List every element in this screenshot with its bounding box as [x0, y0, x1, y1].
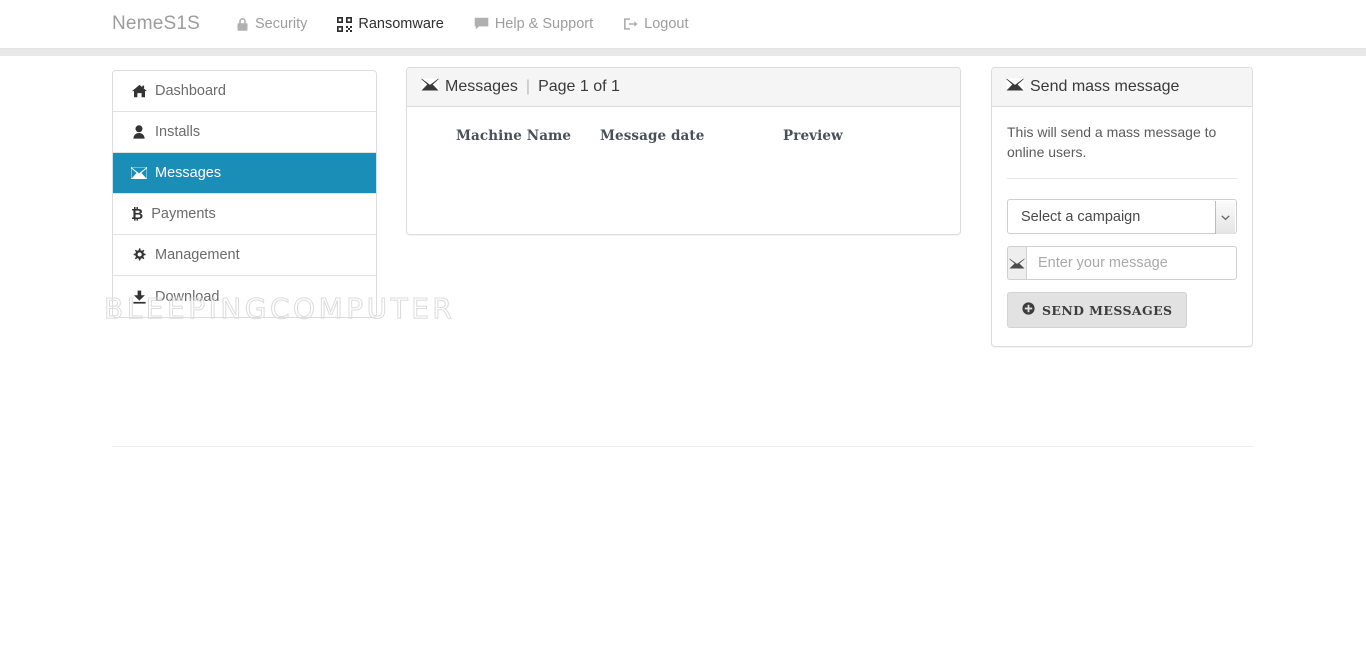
envelope-icon [421, 78, 439, 96]
footer-divider [112, 446, 1254, 447]
envelope-icon [1007, 246, 1026, 280]
messages-panel-header: Messages | Page 1 of 1 [407, 68, 960, 107]
envelope-icon [131, 167, 147, 179]
column-header-message-date: Message date [600, 128, 705, 144]
send-panel-header: Send mass message [992, 68, 1252, 107]
sidebar-item-messages-label: Messages [155, 165, 222, 181]
sign-out-icon [623, 17, 638, 31]
sidebar-nav: Dashboard Installs Messages ₿ Payments M… [112, 70, 377, 318]
send-mass-message-panel: Send mass message This will send a mass … [991, 67, 1253, 347]
nav-item-security-label: Security [255, 16, 308, 32]
send-panel-title: Send mass message [1030, 78, 1180, 95]
send-messages-button[interactable]: SEND MESSAGES [1007, 292, 1188, 328]
lock-icon [236, 17, 249, 32]
sidebar-item-dashboard[interactable]: Dashboard [113, 71, 376, 112]
messages-panel-body: Machine Name Message date Preview [407, 107, 960, 234]
messages-panel: Messages | Page 1 of 1 Machine Name Mess… [406, 67, 961, 235]
home-icon [131, 84, 147, 98]
messages-table: Machine Name Message date Preview [407, 107, 960, 144]
messages-panel-separator: | [525, 78, 531, 95]
sidebar-item-payments[interactable]: ₿ Payments [113, 194, 376, 235]
messages-table-head: Machine Name Message date Preview [407, 107, 960, 144]
sidebar-item-management[interactable]: Management [113, 235, 376, 276]
qrcode-icon [337, 16, 353, 32]
nav-item-ransomware[interactable]: Ransomware [337, 16, 444, 32]
brand-logo[interactable]: NemeS1S [112, 13, 200, 35]
user-icon [131, 125, 147, 139]
sidebar-item-payments-label: Payments [151, 206, 216, 222]
top-navbar: NemeS1S Security Ransomware Help & Suppo… [0, 0, 1366, 49]
gear-icon [131, 248, 147, 262]
sidebar-item-download[interactable]: Download [113, 276, 376, 317]
sidebar-item-download-label: Download [155, 288, 220, 305]
nav-item-help-support[interactable]: Help & Support [474, 16, 593, 32]
messages-panel-page-label: Page 1 of 1 [538, 78, 620, 95]
column-header-preview: Preview [783, 128, 843, 144]
nav-item-help-support-label: Help & Support [494, 16, 594, 32]
sidebar-item-dashboard-label: Dashboard [155, 83, 226, 99]
navbar-bottom-strip [0, 49, 1366, 56]
send-panel-description: This will send a mass message to online … [1007, 124, 1217, 160]
nav-item-logout[interactable]: Logout [623, 16, 689, 32]
bitcoin-icon: ₿ [131, 205, 144, 223]
comment-icon [474, 17, 489, 31]
sidebar-item-installs-label: Installs [155, 124, 201, 140]
envelope-icon [1006, 78, 1024, 96]
chevron-down-icon[interactable] [1215, 201, 1235, 234]
sidebar-item-installs[interactable]: Installs [113, 112, 376, 153]
download-icon [131, 290, 147, 304]
send-panel-body: This will send a mass message to online … [992, 107, 1252, 346]
nav-item-logout-label: Logout [644, 16, 689, 32]
plus-circle-icon [1022, 302, 1035, 318]
column-header-machine-name: Machine Name [456, 128, 572, 144]
navbar-inner: NemeS1S Security Ransomware Help & Suppo… [0, 0, 719, 48]
send-panel-divider [1007, 178, 1237, 179]
campaign-select-value: Select a campaign [1021, 208, 1141, 225]
send-messages-button-label: SEND MESSAGES [1042, 302, 1173, 318]
message-input[interactable] [1026, 246, 1237, 280]
nav-item-security[interactable]: Security [236, 16, 307, 32]
message-input-group [1007, 246, 1237, 280]
nav-item-ransomware-label: Ransomware [358, 16, 444, 32]
messages-table-header-row: Machine Name Message date Preview [407, 107, 960, 144]
messages-panel-title: Messages [445, 78, 518, 95]
sidebar-item-management-label: Management [155, 247, 240, 263]
sidebar-item-messages[interactable]: Messages [113, 153, 376, 194]
campaign-select[interactable]: Select a campaign [1007, 199, 1237, 234]
